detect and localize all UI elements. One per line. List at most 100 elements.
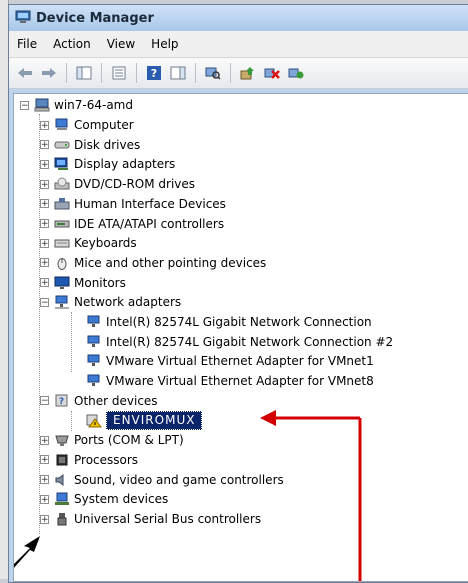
tree-item-label: Disk drives — [74, 137, 141, 152]
tree-item-label: Computer — [74, 118, 134, 132]
tree-category[interactable]: + Display adapters — [40, 155, 175, 173]
disk-drive-icon — [54, 138, 70, 152]
mouse-icon — [54, 256, 70, 270]
tree-category[interactable]: + Human Interface Devices — [40, 195, 226, 213]
scan-for-hardware-changes-icon[interactable] — [203, 63, 223, 83]
tree-item-label: Mice and other pointing devices — [74, 255, 267, 270]
network-child-icon — [86, 315, 102, 329]
network-adapter-item[interactable]: Intel(R) 82574L Gigabit Network Connecti… — [72, 313, 372, 331]
tree-category[interactable]: + IDE ATA/ATAPI controllers — [40, 215, 224, 233]
computer-root-icon — [34, 98, 50, 112]
tree-item-label: Other devices — [74, 393, 158, 408]
svg-text:?: ? — [59, 397, 64, 407]
expand-toggle[interactable]: + — [40, 238, 49, 248]
menu-help[interactable]: Help — [143, 37, 186, 51]
tree-item-label: Human Interface Devices — [74, 196, 226, 211]
tree-item-label: IDE ATA/ATAPI controllers — [74, 216, 225, 231]
network-adapter-icon — [54, 295, 70, 309]
tree-category[interactable]: + Ports (COM & LPT) — [40, 431, 184, 449]
update-driver-icon[interactable] — [238, 63, 258, 83]
toolbar: ? — [9, 58, 468, 89]
uninstall-icon[interactable] — [262, 63, 282, 83]
expand-toggle[interactable]: + — [40, 120, 49, 130]
usb-icon — [54, 512, 70, 526]
tree-category[interactable]: + Computer — [40, 116, 134, 134]
system-devices-icon — [54, 492, 70, 506]
collapse-toggle[interactable]: − — [40, 396, 49, 406]
device-manager-app-icon — [15, 10, 31, 27]
processor-icon — [54, 453, 70, 467]
toolbar-separator — [66, 63, 67, 83]
show-hide-console-tree-icon[interactable] — [74, 63, 94, 83]
properties-icon[interactable] — [109, 63, 129, 83]
tree-category[interactable]: + Keyboards — [40, 234, 137, 252]
tree-category[interactable]: + Monitors — [40, 274, 126, 292]
tree-item-label: Monitors — [74, 275, 126, 290]
tree-category[interactable]: + System devices — [40, 490, 168, 508]
expand-toggle[interactable]: + — [40, 278, 49, 288]
device-manager-window: Device Manager File Action View Help ? −… — [8, 4, 468, 583]
tree-item-label: Keyboards — [74, 236, 137, 251]
network-child-icon — [86, 374, 102, 388]
port-icon — [54, 433, 70, 447]
tree-category[interactable]: + Universal Serial Bus controllers — [40, 510, 261, 528]
network-child-icon — [86, 354, 102, 368]
tree-item-label: VMware Virtual Ethernet Adapter for VMne… — [106, 374, 374, 389]
back-arrow-icon[interactable] — [15, 63, 35, 83]
expand-toggle[interactable]: + — [40, 199, 49, 209]
collapse-toggle[interactable]: − — [40, 297, 49, 307]
expand-toggle[interactable]: + — [40, 258, 49, 268]
tree-item-label: VMware Virtual Ethernet Adapter for VMne… — [106, 354, 374, 369]
network-adapter-item[interactable]: VMware Virtual Ethernet Adapter for VMne… — [72, 352, 374, 370]
menu-bar: File Action View Help — [9, 31, 468, 58]
tree-category[interactable]: + Processors — [40, 451, 138, 469]
tree-item-label: Intel(R) 82574L Gigabit Network Connecti… — [106, 315, 372, 329]
tree-category[interactable]: + Disk drives — [40, 136, 140, 154]
expand-toggle[interactable]: + — [40, 159, 49, 169]
expand-toggle[interactable]: + — [40, 475, 49, 485]
tree-category[interactable]: + Mice and other pointing devices — [40, 254, 266, 272]
tree-category[interactable]: + DVD/CD-ROM drives — [40, 175, 195, 193]
expand-toggle[interactable]: + — [40, 455, 49, 465]
network-child-icon — [86, 335, 102, 349]
tree-item-label: Intel(R) 82574L Gigabit Network Connecti… — [106, 334, 394, 349]
enable-device-icon[interactable] — [286, 63, 306, 83]
expand-toggle[interactable]: + — [40, 514, 49, 524]
selected-device-label: ENVIROMUX — [106, 411, 203, 430]
other-device-item[interactable]: ENVIROMUX — [72, 411, 203, 430]
expand-toggle[interactable]: + — [40, 179, 49, 189]
collapse-toggle[interactable]: − — [20, 100, 29, 110]
help-icon[interactable]: ? — [144, 63, 164, 83]
tree-category[interactable]: − Network adapters — [40, 293, 181, 311]
monitor-icon — [54, 276, 70, 290]
network-adapter-item[interactable]: Intel(R) 82574L Gigabit Network Connecti… — [72, 333, 393, 351]
tree-item-label: DVD/CD-ROM drives — [74, 177, 196, 192]
expand-toggle[interactable]: + — [40, 140, 49, 150]
toolbar-separator — [136, 63, 137, 83]
menu-file[interactable]: File — [9, 37, 45, 51]
sound-icon — [54, 473, 70, 487]
warning-device-icon — [86, 414, 102, 428]
toolbar-separator — [101, 63, 102, 83]
network-adapter-item[interactable]: VMware Virtual Ethernet Adapter for VMne… — [72, 372, 374, 390]
computer-icon — [54, 118, 70, 132]
ide-controller-icon — [54, 217, 70, 231]
expand-toggle[interactable]: + — [40, 494, 49, 504]
menu-action[interactable]: Action — [45, 37, 99, 51]
title-bar[interactable]: Device Manager — [9, 5, 468, 31]
device-tree-pane[interactable]: − win7-64-amd + Computer + Disk drives + Disp… — [13, 93, 468, 582]
expand-toggle[interactable]: + — [40, 219, 49, 229]
tree-item-label: Network adapters — [74, 295, 182, 310]
svg-text:?: ? — [151, 67, 157, 80]
window-title: Device Manager — [36, 10, 154, 26]
tree-category[interactable]: + Sound, video and game controllers — [40, 471, 284, 489]
action-pane-icon[interactable] — [168, 63, 188, 83]
tree-item-label: Universal Serial Bus controllers — [74, 512, 262, 526]
tree-category[interactable]: −? Other devices — [40, 392, 158, 410]
keyboard-icon — [54, 236, 70, 250]
tree-item-label: Processors — [74, 452, 139, 467]
menu-view[interactable]: View — [99, 37, 143, 51]
tree-root-node[interactable]: − win7-64-amd — [20, 96, 133, 114]
forward-arrow-icon[interactable] — [39, 63, 59, 83]
expand-toggle[interactable]: + — [40, 435, 49, 445]
